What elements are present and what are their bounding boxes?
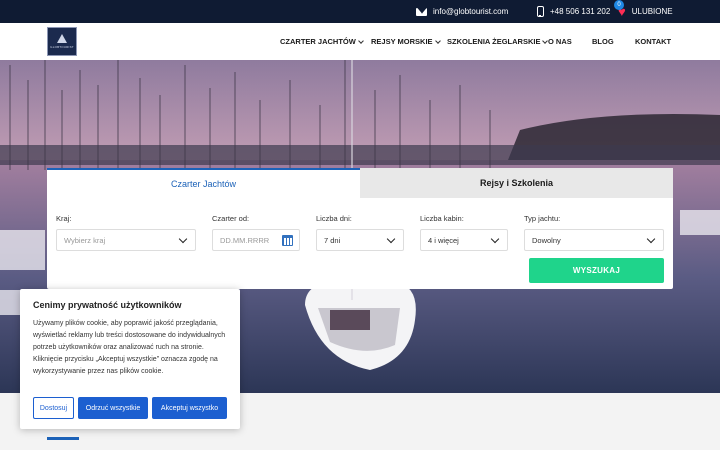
- charter-from-date-input[interactable]: DD.MM.RRRR: [212, 229, 300, 251]
- favorites-count-badge: 0: [614, 0, 624, 10]
- cookie-title: Cenimy prywatność użytkowników: [33, 300, 182, 310]
- cookie-adjust-button[interactable]: Dostosuj: [33, 397, 74, 419]
- chevron-down-icon: [178, 234, 188, 244]
- mail-icon: [416, 7, 427, 16]
- chevron-down-icon: [357, 37, 364, 44]
- chevron-down-icon: [434, 37, 441, 44]
- nav-item-o-nas[interactable]: O NAS: [548, 37, 572, 46]
- days-select[interactable]: 7 dni: [316, 229, 404, 251]
- chevron-down-icon: [386, 234, 396, 244]
- country-label: Kraj:: [56, 214, 72, 223]
- cookie-consent-dialog: Cenimy prywatność użytkowników Używamy p…: [20, 289, 240, 429]
- nav-label: CZARTER JACHTÓW: [280, 37, 356, 46]
- logo[interactable]: GLOBTOURIST: [47, 27, 77, 56]
- days-label: Liczba dni:: [316, 214, 352, 223]
- cookie-reject-all-button[interactable]: Odrzuć wszystkie: [78, 397, 148, 419]
- email-link[interactable]: info@globtourist.com: [416, 0, 508, 23]
- email-text: info@globtourist.com: [433, 7, 509, 16]
- phone-icon: [537, 6, 544, 17]
- favorites-label: ULUBIONE: [631, 7, 673, 16]
- nav-item-czarter-jachtow[interactable]: CZARTER JACHTÓW: [280, 37, 364, 46]
- phone-text: +48 506 131 202: [550, 7, 611, 16]
- cabins-label: Liczba kabin:: [420, 214, 464, 223]
- tab-czarter-jachtow[interactable]: Czarter Jachtów: [47, 168, 360, 198]
- country-placeholder: Wybierz kraj: [64, 235, 106, 245]
- nav-label: BLOG: [592, 37, 614, 46]
- logo-text: GLOBTOURIST: [50, 45, 74, 49]
- nav-item-szkolenia-zeglarskie[interactable]: SZKOLENIA ŻEGLARSKIE: [447, 37, 549, 46]
- yacht-type-label: Typ jachtu:: [524, 214, 561, 223]
- sailboat-icon: [57, 34, 67, 43]
- nav-label: SZKOLENIA ŻEGLARSKIE: [447, 37, 541, 46]
- nav-item-blog[interactable]: BLOG: [592, 37, 614, 46]
- heart-icon: ♥ 0: [614, 0, 626, 18]
- tab-rejsy-i-szkolenia[interactable]: Rejsy i Szkolenia: [360, 168, 673, 198]
- calendar-icon[interactable]: [282, 235, 293, 246]
- nav-label: REJSY MORSKIE: [371, 37, 433, 46]
- cookie-accept-all-button[interactable]: Akceptuj wszystko: [152, 397, 227, 419]
- cookie-body: Używamy plików cookie, aby poprawić jako…: [33, 320, 226, 375]
- country-select[interactable]: Wybierz kraj: [56, 229, 196, 251]
- section-underline: [47, 437, 79, 440]
- top-bar: info@globtourist.com +48 506 131 202 ♥ 0 …: [0, 0, 720, 23]
- charter-from-label: Czarter od:: [212, 214, 250, 223]
- site-header: GLOBTOURIST CZARTER JACHTÓW REJSY MORSKI…: [0, 23, 720, 60]
- yacht-type-value: Dowolny: [532, 235, 561, 245]
- chevron-down-icon: [646, 234, 656, 244]
- date-placeholder: DD.MM.RRRR: [220, 235, 270, 245]
- days-value: 7 dni: [324, 235, 341, 245]
- favorites-link[interactable]: ♥ 0 ULUBIONE: [614, 0, 673, 23]
- search-widget: Czarter Jachtów Rejsy i Szkolenia Kraj: …: [47, 168, 673, 289]
- nav-item-rejsy-morskie[interactable]: REJSY MORSKIE: [371, 37, 441, 46]
- phone-link[interactable]: +48 506 131 202: [537, 0, 610, 23]
- nav-label: O NAS: [548, 37, 572, 46]
- cabins-value: 4 i więcej: [428, 235, 459, 245]
- nav-label: KONTAKT: [635, 37, 672, 46]
- nav-item-kontakt[interactable]: KONTAKT: [635, 37, 671, 46]
- cabins-select[interactable]: 4 i więcej: [420, 229, 508, 251]
- chevron-down-icon: [490, 234, 500, 244]
- yacht-type-select[interactable]: Dowolny: [524, 229, 664, 251]
- search-button[interactable]: WYSZUKAJ: [529, 258, 664, 283]
